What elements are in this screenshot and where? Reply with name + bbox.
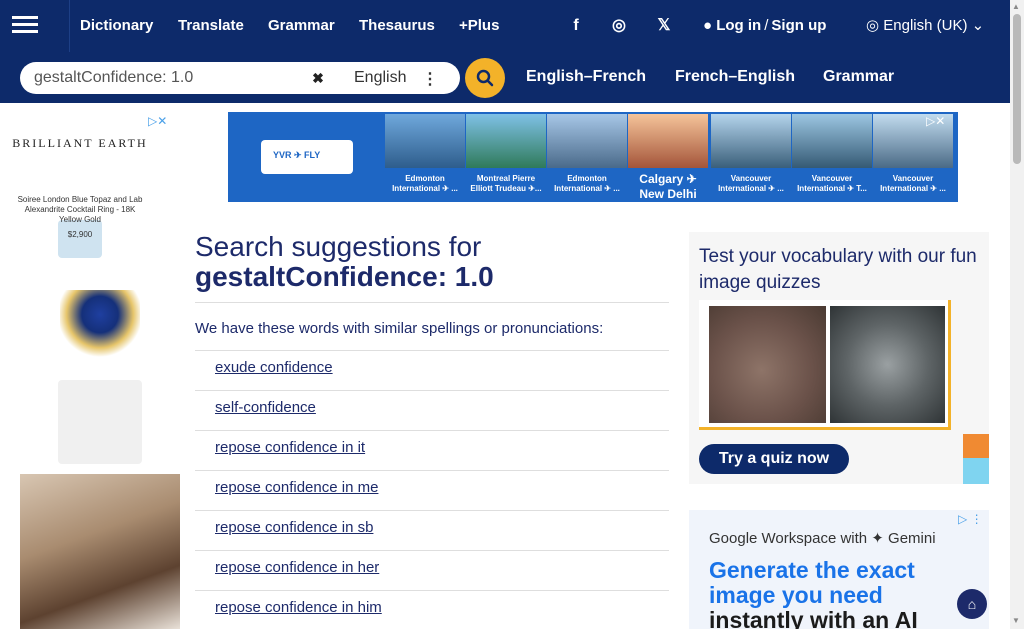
ad-tile-caption: Vancouver International ✈ T... [797, 174, 867, 193]
ad-tile-caption: Vancouver International ✈ ... [718, 174, 784, 193]
city-image [792, 114, 872, 168]
search-input[interactable] [20, 62, 332, 94]
ring-image [58, 220, 102, 258]
suggestion-link[interactable]: exude confidence [215, 359, 333, 376]
globe-icon: ◎ [866, 17, 880, 34]
divider [195, 510, 669, 511]
page-scrollbar[interactable]: ▲ ▼ [1010, 0, 1024, 629]
adchoices-icon[interactable]: ▷ ⋮ [958, 512, 983, 526]
suggestion-link[interactable]: repose confidence in her [215, 559, 379, 576]
dictionary-select[interactable]: English ⋮ [332, 62, 460, 94]
gw-ad-headline-blue: Generate the exact image you need [709, 557, 915, 608]
quick-link-english-french[interactable]: English–French [526, 68, 646, 86]
ad-tile-caption: Calgary ✈ New Delhi [639, 172, 697, 201]
city-image [711, 114, 791, 168]
divider [195, 590, 669, 591]
city-image [628, 114, 708, 168]
user-icon: ● [703, 17, 713, 34]
ad-tile[interactable]: Montreal Pierre Elliott Trudeau ✈... [466, 114, 546, 200]
ad-brand: BRILLIANT EARTH [12, 136, 148, 150]
nav-grammar[interactable]: Grammar [268, 17, 335, 34]
nav-plus[interactable]: +Plus [459, 17, 499, 34]
ad-tile[interactable]: Vancouver International ✈ ... [711, 114, 791, 200]
page-title: Search suggestions for gestaltConfidence… [195, 232, 494, 292]
ad-price: $2,900 [67, 230, 93, 239]
ad-tile-caption: Edmonton International ✈ ... [392, 174, 458, 193]
ad-logo: YVR ✈ FLY [261, 140, 353, 174]
x-icon[interactable]: 𝕏 [654, 16, 674, 36]
quiz-title: Test your vocabulary with our fun image … [699, 246, 977, 293]
clear-icon[interactable]: ✖ [306, 67, 330, 89]
menu-button[interactable] [0, 0, 70, 52]
gw-ad-title: Google Workspace with ✦ Gemini [709, 530, 936, 547]
suggestion-link[interactable]: repose confidence in him [215, 599, 382, 616]
scrollbar-thumb[interactable] [1013, 14, 1021, 164]
gw-ad-headline-dark: instantly with an AI prompt in [709, 607, 918, 629]
divider [195, 550, 669, 551]
scroll-up-icon[interactable]: ▲ [1012, 2, 1020, 11]
suggestion-link[interactable]: repose confidence in it [215, 439, 365, 456]
page-title-prefix: Search suggestions for [195, 231, 482, 262]
ad-product-title: Soiree London Blue Topaz and Lab Alexand… [17, 195, 143, 224]
city-image [547, 114, 627, 168]
more-options-icon: ⋮ [422, 71, 438, 88]
earrings-image [58, 380, 142, 464]
account-links: ● Log in / Sign up [703, 17, 826, 34]
divider [195, 302, 669, 303]
ad-tile[interactable]: Vancouver International ✈ T... [792, 114, 872, 200]
nav-translate[interactable]: Translate [178, 17, 244, 34]
dictionary-select-value: English [354, 69, 407, 86]
top-advertisement[interactable]: YVR ✈ FLY Edmonton International ✈ ... M… [228, 112, 958, 202]
ad-tile[interactable]: Edmonton International ✈ ... [385, 114, 465, 200]
sapphire-ring-image [60, 290, 140, 360]
gw-ad-headline: Generate the exact image you need instan… [709, 558, 979, 629]
divider [195, 430, 669, 431]
hamburger-icon [12, 16, 38, 19]
language-label: English (UK) [883, 17, 968, 34]
nav-dictionary[interactable]: Dictionary [80, 17, 153, 34]
seal-image [830, 306, 945, 423]
try-quiz-button[interactable]: Try a quiz now [699, 444, 849, 474]
chevron-down-icon: ⌄ [971, 17, 985, 34]
nav-thesaurus[interactable]: Thesaurus [359, 17, 435, 34]
city-image [466, 114, 546, 168]
quick-link-grammar[interactable]: Grammar [823, 68, 894, 86]
hippo-image [709, 306, 826, 423]
side-widget-orange[interactable] [963, 434, 989, 458]
model-image [20, 474, 180, 629]
suggestion-link[interactable]: self-confidence [215, 399, 316, 416]
login-separator: / [764, 17, 769, 34]
ad-tile[interactable]: Calgary ✈ New Delhi [628, 114, 708, 201]
signup-link[interactable]: Sign up [771, 17, 826, 34]
divider [195, 470, 669, 471]
quick-link-french-english[interactable]: French–English [675, 68, 795, 86]
side-widget-blue[interactable] [963, 458, 989, 484]
search-button[interactable] [465, 58, 505, 98]
ad-tile-caption: Montreal Pierre Elliott Trudeau ✈... [470, 174, 542, 193]
adchoices-icon[interactable]: ▷✕ [148, 114, 167, 128]
facebook-icon[interactable]: f [566, 16, 586, 36]
suggestion-link[interactable]: repose confidence in sb [215, 519, 373, 536]
city-image [385, 114, 465, 168]
scroll-to-top-icon[interactable]: ⌂ [957, 589, 987, 619]
scroll-down-icon[interactable]: ▼ [1012, 616, 1020, 625]
suggestion-link[interactable]: repose confidence in me [215, 479, 378, 496]
ad-tile[interactable]: Edmonton International ✈ ... [547, 114, 627, 200]
adchoices-icon[interactable]: ▷✕ [926, 114, 945, 128]
search-icon [476, 69, 494, 87]
language-selector[interactable]: ◎ English (UK) ⌄ [866, 16, 984, 34]
divider [195, 350, 669, 351]
ad-tile-caption: Vancouver International ✈ ... [880, 174, 946, 193]
suggestions-intro: We have these words with similar spellin… [195, 320, 604, 337]
page-title-query: gestaltConfidence: 1.0 [195, 261, 494, 292]
ad-tile-caption: Edmonton International ✈ ... [554, 174, 620, 193]
divider [195, 390, 669, 391]
login-link[interactable]: Log in [716, 17, 761, 34]
ad-logo-text: YVR ✈ FLY [273, 150, 321, 160]
instagram-icon[interactable]: ◎ [609, 16, 629, 36]
